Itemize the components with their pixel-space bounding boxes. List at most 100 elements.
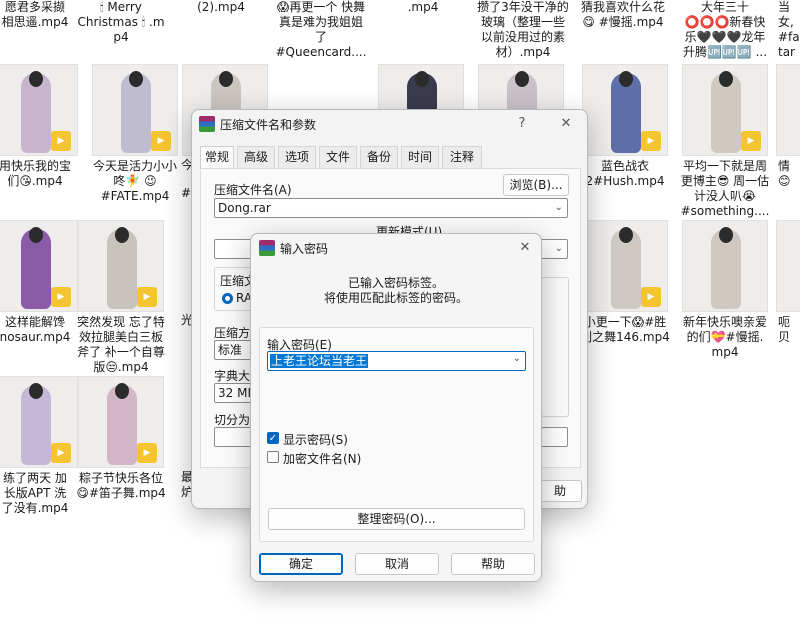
tab-time[interactable]: 时间	[401, 146, 439, 168]
help-button[interactable]: 助	[538, 480, 582, 502]
video-thumbnail: ▶	[682, 64, 768, 156]
file-item[interactable]: (2).mp4	[172, 0, 270, 50]
format-rar-radio[interactable]	[222, 293, 233, 304]
player-badge-icon: ▶	[137, 287, 157, 307]
file-name: (2).mp4	[197, 0, 245, 14]
file-name-fragment: #	[181, 186, 192, 200]
method-combo[interactable]: 标准	[214, 340, 254, 360]
file-item[interactable]: ▶ 蓝色战衣 2#Hush.mp4	[576, 64, 674, 189]
video-thumbnail: ▶	[582, 220, 668, 312]
file-name: 今天是活力小小 咚🧚 😉 #FATE.mp4	[92, 159, 177, 203]
file-item[interactable]: 😱再更一个 快舞 真是难为我姐姐 了 #Queencard....	[272, 0, 370, 60]
player-badge-icon: ▶	[137, 443, 157, 463]
player-badge-icon: ▶	[51, 131, 71, 151]
file-name: 蓝色战衣 2#Hush.mp4	[585, 159, 665, 188]
tab-comment[interactable]: 注释	[442, 146, 482, 168]
dict-combo[interactable]: 32 MB	[214, 383, 254, 403]
tab-backup[interactable]: 备份	[360, 146, 398, 168]
file-name: .mp4	[407, 0, 439, 14]
dict-value: 32 MB	[218, 386, 254, 400]
video-thumbnail: ▶	[78, 220, 164, 312]
file-name: 新年快乐噢亲爱 的们💝#慢摇. mp4	[682, 315, 767, 359]
browse-button[interactable]: 浏览(B)...	[503, 174, 569, 196]
file-item[interactable]: ▶ 小更一下😱#胜 利之舞146.mp4	[576, 220, 674, 345]
file-name: 🕯 Merry Christmas 🕯 .m p4	[77, 0, 165, 44]
file-item[interactable]: 呃 贝	[776, 220, 800, 345]
video-thumbnail: ▶	[78, 376, 164, 468]
player-badge-icon: ▶	[741, 131, 761, 151]
show-password-checkbox[interactable]: ✓	[267, 432, 279, 444]
close-icon[interactable]: ✕	[554, 113, 578, 135]
video-thumbnail: ▶	[582, 64, 668, 156]
archive-name-value: Dong.rar	[218, 201, 271, 215]
organize-passwords-button[interactable]: 整理密码(O)...	[268, 508, 525, 530]
password-input[interactable]: 上老王论坛当老王 ⌄	[267, 351, 526, 371]
help-icon[interactable]: ?	[510, 113, 534, 135]
ok-button[interactable]: 确定	[259, 553, 343, 575]
tab-advanced[interactable]: 高级	[237, 146, 275, 168]
tab-options[interactable]: 选项	[278, 146, 316, 168]
file-name: 小更一下😱#胜 利之舞146.mp4	[580, 315, 670, 344]
file-name: 攒了3年没干净的 玻璃（整理一些 以前没用过的素 材）.mp4	[477, 0, 569, 59]
file-name: 用快乐我的宝 们😘.mp4	[0, 159, 71, 188]
file-item[interactable]: 新年快乐噢亲爱 的们💝#慢摇. mp4	[676, 220, 774, 360]
player-badge-icon: ▶	[51, 287, 71, 307]
video-thumbnail: ▶	[0, 376, 78, 468]
file-name: 平均一下就是周 更博主😎 周一估 计没人叭😭 #something....	[680, 159, 770, 218]
video-thumbnail	[776, 220, 800, 312]
enter-password-dialog: 输入密码 ✕ 已输入密码标签。 将使用匹配此标签的密码。 输入密码(E) 上老王…	[250, 233, 542, 582]
video-thumbnail	[682, 220, 768, 312]
archive-name-label: 压缩文件名(A)	[214, 183, 292, 197]
encrypt-names-checkbox[interactable]	[267, 451, 279, 463]
show-password-label: 显示密码(S)	[283, 433, 348, 447]
file-item[interactable]: ▶ 突然发现 忘了特 效拉腿美白三板 斧了 补一个自尊 版😒.mp4	[72, 220, 170, 375]
file-name: 当 女, #fa tar	[778, 0, 800, 59]
file-name: 粽子节快乐各位 😋#笛子舞.mp4	[76, 471, 166, 500]
close-icon[interactable]: ✕	[513, 237, 537, 259]
file-item[interactable]: ▶ 粽子节快乐各位 😋#笛子舞.mp4	[72, 376, 170, 501]
video-thumbnail	[776, 64, 800, 156]
winrar-app-icon	[259, 240, 275, 256]
player-badge-icon: ▶	[641, 287, 661, 307]
file-item[interactable]: 情 😊	[776, 64, 800, 189]
file-item[interactable]: 大年三十 ⭕⭕⭕新春快 乐🖤🖤🖤龙年 升腾🆙🆙🆙 ...	[676, 0, 774, 60]
password-value: 上老王论坛当老王	[270, 354, 369, 368]
file-item[interactable]: 猜我喜欢什么花 😋 #慢摇.mp4	[574, 0, 672, 50]
dialog-title: 压缩文件名和参数	[220, 118, 317, 132]
tab-general[interactable]: 常规	[200, 146, 234, 169]
split-combo-right[interactable]	[541, 427, 568, 447]
cancel-button[interactable]: 取消	[355, 553, 439, 575]
player-badge-icon: ▶	[641, 131, 661, 151]
options-groupbox	[541, 277, 569, 417]
file-item[interactable]: 当 女, #fa tar	[776, 0, 800, 60]
dialog-title: 输入密码	[280, 242, 329, 256]
file-item[interactable]: .mp4	[374, 0, 472, 50]
title-bar[interactable]: 压缩文件名和参数 ? ✕	[192, 110, 587, 140]
file-item[interactable]: 🕯 Merry Christmas 🕯 .m p4	[72, 0, 170, 50]
file-name: 突然发现 忘了特 效拉腿美白三板 斧了 补一个自尊 版😒.mp4	[77, 315, 165, 374]
player-badge-icon: ▶	[151, 131, 171, 151]
file-item[interactable]: ▶ 今天是活力小小 咚🧚 😉 #FATE.mp4	[86, 64, 184, 204]
split-combo[interactable]	[214, 427, 254, 447]
method-value: 标准	[218, 343, 243, 357]
archive-name-combo[interactable]: Dong.rar ⌄	[214, 198, 568, 218]
video-thumbnail: ▶	[0, 64, 78, 156]
file-item[interactable]: ▶ 用快乐我的宝 们😘.mp4	[0, 64, 84, 189]
chevron-down-icon[interactable]: ⌄	[513, 353, 521, 364]
file-item[interactable]: 攒了3年没干净的 玻璃（整理一些 以前没用过的素 材）.mp4	[474, 0, 572, 60]
file-name: 猜我喜欢什么花 😋 #慢摇.mp4	[580, 0, 665, 29]
encrypt-names-label: 加密文件名(N)	[283, 452, 362, 466]
video-thumbnail: ▶	[92, 64, 178, 156]
help-button[interactable]: 帮助	[451, 553, 535, 575]
title-bar[interactable]: 输入密码 ✕	[251, 234, 541, 264]
file-item[interactable]: ▶ 平均一下就是周 更博主😎 周一估 计没人叭😭 #something....	[676, 64, 774, 219]
file-name: 呃 贝	[778, 315, 791, 344]
video-thumbnail: ▶	[0, 220, 78, 312]
winrar-app-icon	[199, 116, 215, 132]
player-badge-icon: ▶	[51, 443, 71, 463]
file-name: 😱再更一个 快舞 真是难为我姐姐 了 #Queencard....	[275, 0, 367, 59]
tab-files[interactable]: 文件	[319, 146, 357, 168]
file-name: 情 😊	[778, 159, 791, 188]
chevron-down-icon[interactable]: ⌄	[555, 240, 563, 258]
chevron-down-icon[interactable]: ⌄	[555, 199, 563, 217]
